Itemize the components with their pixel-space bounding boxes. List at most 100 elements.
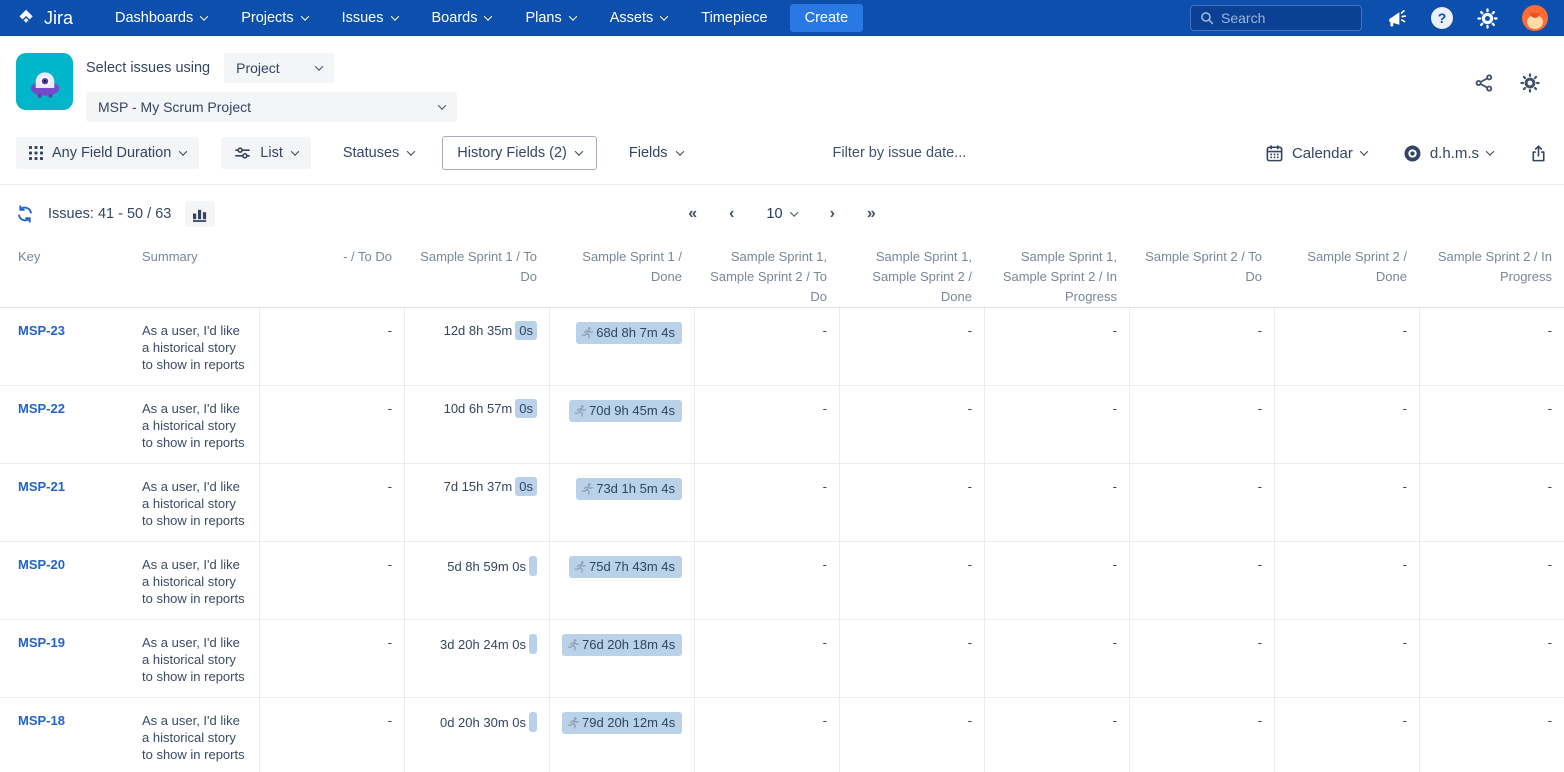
running-duration-chip: 79d 20h 12m 4s (562, 712, 682, 734)
column-header[interactable]: Sample Sprint 1, Sample Sprint 2 / Done (839, 247, 984, 307)
page-size-dropdown[interactable]: 10 (766, 206, 797, 222)
chart-view-button[interactable] (185, 201, 215, 227)
duration-value: 79d 20h 12m 4s (582, 714, 675, 732)
fields-dropdown[interactable]: Fields (629, 145, 683, 161)
profile-button[interactable] (1522, 5, 1548, 31)
issue-date-filter[interactable]: Filter by issue date... (833, 145, 967, 161)
refresh-button[interactable] (16, 205, 34, 223)
table-row: MSP-20As a user, I'd like a historical s… (0, 542, 1564, 620)
export-button[interactable] (1529, 144, 1548, 163)
nav-item-plans[interactable]: Plans (525, 10, 575, 26)
next-page-button[interactable]: › (830, 206, 835, 222)
duration-value: - (1548, 557, 1552, 572)
select-issues-label: Select issues using (86, 60, 210, 76)
previous-page-button[interactable]: ‹ (729, 206, 734, 222)
issue-key-cell: MSP-19 (0, 620, 130, 697)
report-type-dropdown[interactable]: Any Field Duration (16, 137, 199, 169)
search-input[interactable] (1221, 10, 1352, 26)
issue-key-link[interactable]: MSP-22 (18, 401, 65, 416)
duration-value: - (388, 635, 392, 650)
running-duration-cell: 73d 1h 5m 4s (549, 464, 694, 541)
history-fields-dropdown[interactable]: History Fields (2) (442, 136, 597, 170)
project-dropdown[interactable]: MSP - My Scrum Project (86, 92, 457, 122)
live-tick-indicator (529, 634, 537, 654)
duration-value: 73d 1h 5m 4s (596, 480, 675, 498)
column-header[interactable]: Sample Sprint 2 / Done (1274, 247, 1419, 287)
empty-duration-cell: - (839, 620, 984, 697)
issue-key-link[interactable]: MSP-21 (18, 479, 65, 494)
statuses-dropdown[interactable]: Statuses (343, 145, 414, 161)
timepiece-report-page: Jira Dashboards Projects Issues Boards P… (0, 0, 1564, 772)
table-body: MSP-23 As a user, I'd like a historical s… (0, 308, 1564, 772)
column-header[interactable]: Sample Sprint 1 / Done (549, 247, 694, 287)
calendar-dropdown[interactable]: Calendar (1265, 144, 1367, 163)
create-button[interactable]: Create (790, 4, 864, 32)
report-settings-button[interactable] (1520, 73, 1540, 93)
empty-duration-cell: - (1129, 620, 1274, 697)
duration-value: - (1113, 635, 1117, 650)
nav-item-projects[interactable]: Projects (241, 10, 307, 26)
help-button[interactable]: ? (1431, 7, 1453, 29)
global-search[interactable] (1190, 5, 1362, 31)
nav-item-assets[interactable]: Assets (610, 10, 668, 26)
duration-value: - (1258, 713, 1262, 728)
issue-key-link[interactable]: MSP-20 (18, 557, 65, 572)
empty-duration-cell: - (694, 698, 839, 772)
table-header-row: KeySummary- / To DoSample Sprint 1 / To … (0, 237, 1564, 308)
nav-item-issues[interactable]: Issues (342, 10, 398, 26)
column-header[interactable]: Summary (130, 247, 259, 267)
last-page-button[interactable]: » (867, 206, 876, 222)
time-format-dropdown[interactable]: d.h.m.s (1403, 144, 1493, 163)
empty-duration-cell: - (1274, 308, 1419, 385)
empty-duration-cell: - (1419, 620, 1564, 697)
issue-summary: As a user, I'd like a historical story t… (130, 698, 259, 772)
chevron-down-icon (790, 208, 798, 216)
column-header[interactable]: Sample Sprint 1, Sample Sprint 2 / To Do (694, 247, 839, 307)
jira-logo[interactable]: Jira (16, 8, 73, 29)
duration-value: 0d 20h 30m 0s (440, 715, 526, 730)
column-header[interactable]: Sample Sprint 2 / In Progress (1419, 247, 1564, 287)
issue-source-mode-dropdown[interactable]: Project (224, 53, 334, 83)
issue-key-link[interactable]: MSP-19 (18, 635, 65, 650)
issue-key-link[interactable]: MSP-18 (18, 713, 65, 728)
empty-duration-cell: - (694, 620, 839, 697)
empty-duration-cell: - (1274, 386, 1419, 463)
duration-value: - (968, 323, 972, 338)
column-header[interactable]: Sample Sprint 2 / To Do (1129, 247, 1274, 287)
duration-value: - (968, 479, 972, 494)
empty-duration-cell: - (259, 698, 404, 772)
nav-item-dashboards[interactable]: Dashboards (115, 10, 207, 26)
issue-key-link[interactable]: MSP-23 (18, 323, 65, 338)
nav-item-boards[interactable]: Boards (432, 10, 492, 26)
nav-item-timepiece[interactable]: Timepiece (701, 10, 767, 26)
chevron-down-icon (1360, 147, 1368, 155)
duration-value: - (1113, 713, 1117, 728)
running-duration-cell: 76d 20h 18m 4s (549, 620, 694, 697)
share-button[interactable] (1474, 73, 1494, 93)
duration-value: 3d 20h 24m 0s (440, 637, 526, 652)
duration-value: - (823, 401, 827, 416)
settings-button[interactable] (1477, 8, 1498, 29)
empty-duration-cell: - (1129, 698, 1274, 772)
empty-duration-cell: - (1419, 698, 1564, 772)
duration-cell: 7d 15h 37m0s (404, 464, 549, 541)
duration-value: - (388, 323, 392, 338)
running-status-icon (580, 326, 594, 340)
column-header[interactable]: Sample Sprint 1 / To Do (404, 247, 549, 287)
empty-duration-cell: - (839, 308, 984, 385)
duration-value: 10d 6h 57m (444, 401, 513, 416)
issue-key-cell: MSP-21 (0, 464, 130, 541)
duration-value: - (823, 479, 827, 494)
live-seconds-badge: 0s (515, 321, 537, 340)
duration-value: 75d 7h 43m 4s (589, 558, 675, 576)
view-mode-dropdown[interactable]: List (221, 137, 311, 169)
column-header[interactable]: Key (0, 247, 130, 267)
first-page-button[interactable]: « (688, 206, 697, 222)
announcements-button[interactable] (1386, 8, 1407, 29)
column-header[interactable]: Sample Sprint 1, Sample Sprint 2 / In Pr… (984, 247, 1129, 307)
column-header[interactable]: - / To Do (259, 247, 404, 267)
chevron-down-icon (291, 147, 299, 155)
running-status-icon (573, 404, 587, 418)
duration-value: - (1258, 479, 1262, 494)
running-duration-chip: 73d 1h 5m 4s (576, 478, 682, 500)
